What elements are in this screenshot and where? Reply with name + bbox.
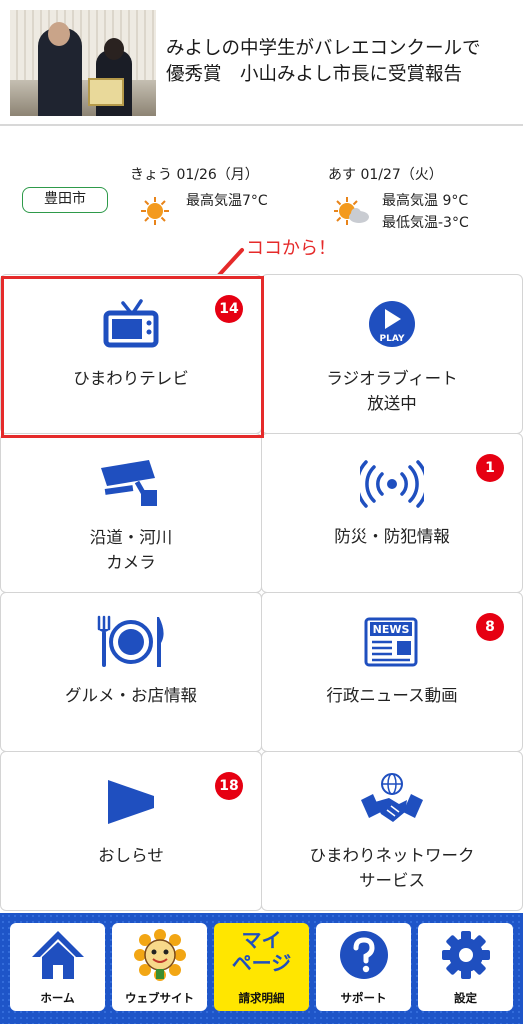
news-icon: NEWS <box>364 617 418 667</box>
handshake-icon <box>361 773 423 822</box>
bottom-nav: ホーム ウェブサイト マイ ページ 請求明細 サポート 設定 <box>0 913 523 1024</box>
notification-badge: 8 <box>476 613 504 641</box>
news-headline[interactable]: みよしの中学生がバレエコンクールで 優秀賞 小山みよし市長に受賞報告 <box>166 36 518 88</box>
nav-mypage-title: マイ ページ <box>231 928 292 975</box>
weather-tomorrow-high: 最高気温 9°C <box>382 193 469 209</box>
tile-disaster-crime-info[interactable]: 防災・防犯情報 1 <box>261 433 523 593</box>
notification-badge: 14 <box>215 295 243 323</box>
weather-today-high: 最高気温7°C <box>186 193 268 209</box>
sun-cloud-icon <box>334 197 369 225</box>
sun-icon <box>141 197 169 225</box>
dining-icon <box>97 615 164 667</box>
notification-badge: 1 <box>476 454 504 482</box>
tile-label: ひまわりテレビ <box>73 369 189 388</box>
camera-icon <box>101 460 157 506</box>
nav-website-button[interactable]: ウェブサイト <box>112 923 207 1011</box>
tile-notices[interactable]: おしらせ 18 <box>0 751 262 911</box>
photo-background <box>10 10 156 80</box>
nav-home-button[interactable]: ホーム <box>10 923 105 1011</box>
tile-himawari-tv[interactable]: ひまわりテレビ 14 <box>0 274 262 434</box>
tile-label: おしらせ <box>98 846 164 865</box>
tile-label: 防災・防犯情報 <box>334 527 450 546</box>
photo-certificate <box>88 78 124 106</box>
tile-label: グルメ・お店情報 <box>65 686 197 705</box>
notification-badge: 18 <box>215 772 243 800</box>
news-banner[interactable]: みよしの中学生がバレエコンクールで 優秀賞 小山みよし市長に受賞報告 <box>0 0 523 126</box>
tile-gov-news-video[interactable]: NEWS 行政ニュース動画 8 <box>261 592 523 752</box>
nav-settings-button[interactable]: 設定 <box>418 923 513 1011</box>
tile-label: 沿道・河川 カメラ <box>89 528 173 572</box>
gear-icon <box>441 931 490 979</box>
nav-mypage-button[interactable]: マイ ページ 請求明細 <box>214 923 309 1011</box>
nav-mypage-label: 請求明細 <box>238 991 285 1005</box>
nav-website-label: ウェブサイト <box>125 991 194 1005</box>
tile-label: ひまわりネットワーク サービス <box>309 846 475 890</box>
nav-settings-label: 設定 <box>454 991 477 1005</box>
nav-support-label: サポート <box>340 991 387 1005</box>
weather-tomorrow-low: 最低気温-3°C <box>382 215 469 231</box>
megaphone-icon <box>108 780 154 824</box>
svg-text:PLAY: PLAY <box>380 334 405 344</box>
service-grid: ひまわりテレビ 14 PLAY ラジオラブィート 放送中 沿道・河川 カメラ 防… <box>0 274 523 914</box>
svg-text:NEWS: NEWS <box>373 623 410 636</box>
tv-icon <box>103 299 159 348</box>
city-selector[interactable]: 豊田市 <box>22 187 108 213</box>
help-icon <box>339 931 388 979</box>
tile-himawari-network-service[interactable]: ひまわりネットワーク サービス <box>261 751 523 911</box>
tile-radio-lovely[interactable]: PLAY ラジオラブィート 放送中 <box>261 274 523 434</box>
nav-home-label: ホーム <box>40 991 75 1005</box>
annotation-start-here: ココから！ <box>246 238 336 259</box>
tile-road-river-camera[interactable]: 沿道・河川 カメラ <box>0 433 262 593</box>
broadcast-icon <box>360 460 424 508</box>
nav-support-button[interactable]: サポート <box>316 923 411 1011</box>
weather-today-label: きょう 01/26（月） <box>130 167 259 183</box>
tile-label: ラジオラブィート 放送中 <box>326 369 458 413</box>
sunflower-mascot-icon <box>133 929 186 981</box>
news-photo[interactable] <box>10 10 156 116</box>
photo-person-student-head <box>104 38 124 60</box>
home-icon <box>31 931 84 979</box>
tile-gourmet-shop-info[interactable]: グルメ・お店情報 <box>0 592 262 752</box>
play-icon: PLAY <box>369 301 415 347</box>
weather-tomorrow-label: あす 01/27（火） <box>328 167 443 183</box>
tile-label: 行政ニュース動画 <box>326 686 458 705</box>
photo-person-mayor-head <box>48 22 70 46</box>
